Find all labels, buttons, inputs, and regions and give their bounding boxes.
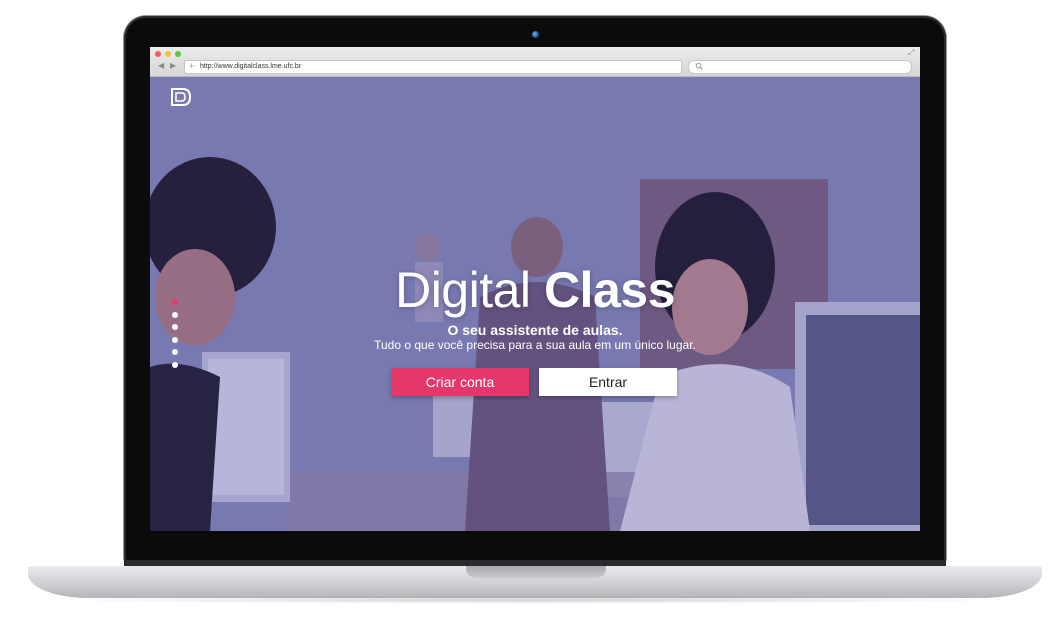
add-tab-icon[interactable]: + <box>189 61 194 72</box>
create-account-button[interactable]: Criar conta <box>391 368 529 396</box>
laptop-notch <box>466 566 606 578</box>
slide-dot[interactable] <box>172 299 178 305</box>
address-bar[interactable]: + http://www.digitalclass.lme.ufc.br <box>184 60 682 74</box>
maximize-window-button[interactable] <box>175 51 181 57</box>
search-icon <box>695 62 704 71</box>
digital-class-logo-icon[interactable] <box>170 87 192 107</box>
laptop-screen: ⤢ ◀ ▶ + http://www.digitalclass.lme.ufc.… <box>150 47 920 531</box>
expand-icon[interactable]: ⤢ <box>908 49 916 57</box>
slide-indicator <box>172 299 178 374</box>
slide-dot[interactable] <box>172 336 178 343</box>
slide-dot[interactable] <box>172 349 178 355</box>
slide-dot[interactable] <box>172 361 178 368</box>
url-text: http://www.digitalclass.lme.ufc.br <box>200 63 302 70</box>
hero-title: Digital Class <box>150 263 920 317</box>
login-button[interactable]: Entrar <box>539 368 677 396</box>
hero-title-bold: Class <box>543 262 675 318</box>
hero-subtitle: O seu assistente de aulas. <box>447 322 623 338</box>
camera <box>532 31 539 38</box>
back-icon[interactable]: ◀ <box>158 62 164 70</box>
hero-title-light: Digital <box>395 262 531 318</box>
browser-chrome: ⤢ ◀ ▶ + http://www.digitalclass.lme.ufc.… <box>150 47 920 77</box>
search-input[interactable] <box>688 60 912 74</box>
slide-dot[interactable] <box>172 311 178 318</box>
slide-dot[interactable] <box>172 324 178 330</box>
laptop-shadow <box>40 596 1022 604</box>
hero-section: Digital Class O seu assistente de aulas.… <box>150 77 920 531</box>
minimize-window-button[interactable] <box>165 51 171 57</box>
close-window-button[interactable] <box>155 51 161 57</box>
hero-tagline: Tudo o que você precisa para a sua aula … <box>374 338 696 352</box>
forward-icon[interactable]: ▶ <box>170 62 176 70</box>
